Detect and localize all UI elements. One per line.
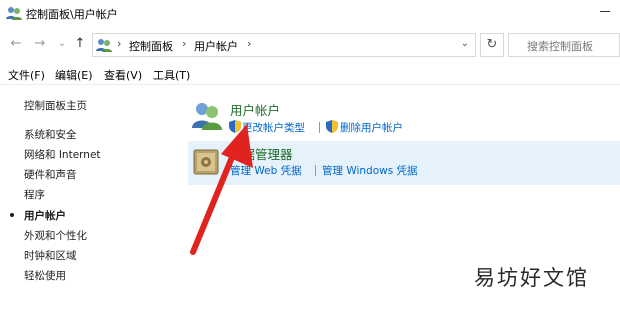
menu-view[interactable]: 查看(V) <box>104 67 142 83</box>
sidebar-item-ease-of-access[interactable]: 轻松使用 <box>24 268 66 283</box>
sidebar-item-system-security[interactable]: 系统和安全 <box>24 127 77 142</box>
window-title: 控制面板\用户帐户 <box>26 8 118 21</box>
remove-user-accounts-link[interactable]: 删除用户帐户 <box>340 120 403 135</box>
chevron-right-icon: › <box>247 37 252 50</box>
category-title[interactable]: 用户帐户 <box>230 100 280 119</box>
back-button[interactable]: ← <box>8 36 24 52</box>
menu-bar: 文件(F) 编辑(E) 查看(V) 工具(T) <box>0 64 620 85</box>
sidebar-item-clock-region[interactable]: 时钟和区域 <box>24 248 77 263</box>
sidebar-item-hardware-sound[interactable]: 硬件和声音 <box>24 167 77 182</box>
navigation-bar: ← → ⌄ ↑ › 控制面板 › 用户帐户 › ⌄ ↻ 搜索控制面板 <box>0 32 620 58</box>
manage-windows-credentials-link[interactable]: 管理 Windows 凭据 <box>322 163 418 178</box>
forward-button[interactable]: → <box>32 36 48 52</box>
search-box[interactable]: 搜索控制面板 <box>508 33 620 57</box>
recent-locations-button[interactable]: ⌄ <box>54 36 70 52</box>
breadcrumb-user-accounts[interactable]: 用户帐户 <box>194 38 238 54</box>
sidebar-item-network[interactable]: 网络和 Internet <box>24 147 101 162</box>
user-accounts-icon <box>6 7 22 20</box>
title-bar: 控制面板\用户帐户 <box>0 0 620 26</box>
uac-shield-icon <box>326 120 338 133</box>
menu-file[interactable]: 文件(F) <box>8 67 45 83</box>
menu-tools[interactable]: 工具(T) <box>153 67 190 83</box>
up-button[interactable]: ↑ <box>72 36 88 52</box>
sidebar-item-programs[interactable]: 程序 <box>24 187 45 202</box>
sidebar-home-link[interactable]: 控制面板主页 <box>24 98 87 113</box>
active-indicator <box>10 213 14 217</box>
divider <box>319 122 320 133</box>
control-panel-icon <box>96 39 112 52</box>
refresh-button[interactable]: ↻ <box>480 33 504 57</box>
search-placeholder: 搜索控制面板 <box>527 40 593 53</box>
chevron-right-icon: › <box>117 37 122 50</box>
minimize-button[interactable] <box>598 4 612 18</box>
chevron-right-icon: › <box>182 37 187 50</box>
red-arrow-annotation <box>190 124 253 255</box>
menu-edit[interactable]: 编辑(E) <box>55 67 93 83</box>
sidebar-item-user-accounts[interactable]: 用户帐户 <box>24 208 66 223</box>
breadcrumb-control-panel[interactable]: 控制面板 <box>129 38 173 54</box>
watermark: 易坊好文馆 <box>474 266 589 290</box>
address-bar[interactable]: › 控制面板 › 用户帐户 › ⌄ <box>92 33 476 57</box>
chevron-down-icon[interactable]: ⌄ <box>461 38 469 49</box>
sidebar-item-appearance[interactable]: 外观和个性化 <box>24 228 87 243</box>
divider <box>315 165 316 176</box>
